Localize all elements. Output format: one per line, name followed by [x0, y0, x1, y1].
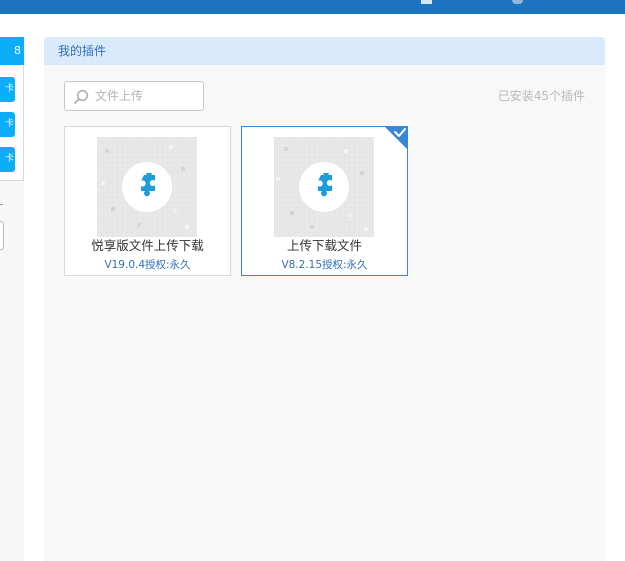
left-button-3[interactable]: 卡 — [0, 147, 15, 172]
plugin-card-selected[interactable]: 上传下载文件 V8.2.15授权:永久 — [241, 126, 408, 276]
plugin-version: V19.0.4授权:永久 — [104, 259, 191, 271]
user-avatar-icon[interactable] — [512, 0, 523, 4]
checkmark-icon — [384, 126, 408, 150]
left-divider — [0, 204, 3, 205]
search-placeholder: 文件上传 — [95, 89, 144, 103]
plugin-name: 上传下载文件 — [286, 238, 362, 253]
left-sidebar-box: 8 卡 卡 卡 — [0, 37, 24, 181]
puzzle-icon — [141, 173, 155, 197]
plugin-thumbnail — [97, 137, 197, 237]
top-bar — [0, 0, 625, 14]
panel-title: 我的插件 — [44, 37, 605, 65]
window-icon[interactable] — [421, 0, 432, 4]
installed-count: 已安装45个插件 — [497, 89, 585, 103]
plugin-name: 悦享版文件上传下载 — [91, 238, 204, 253]
puzzle-icon — [318, 173, 332, 197]
search-input[interactable]: 文件上传 — [64, 81, 204, 111]
left-tab[interactable]: 8 — [0, 37, 24, 65]
left-input-field[interactable] — [0, 221, 4, 250]
plugin-version: V8.2.15授权:永久 — [281, 259, 368, 271]
plugin-thumbnail — [274, 137, 374, 237]
left-button-1[interactable]: 卡 — [0, 77, 15, 102]
left-button-2[interactable]: 卡 — [0, 112, 15, 137]
search-icon — [74, 89, 89, 104]
plugin-panel: 我的插件 文件上传 已安装45个插件 悦享版文件上传下载 V19.0.4授权:永… — [44, 37, 605, 561]
left-sidebar: 8 卡 卡 卡 — [0, 37, 24, 561]
plugin-card[interactable]: 悦享版文件上传下载 V19.0.4授权:永久 — [64, 126, 231, 276]
